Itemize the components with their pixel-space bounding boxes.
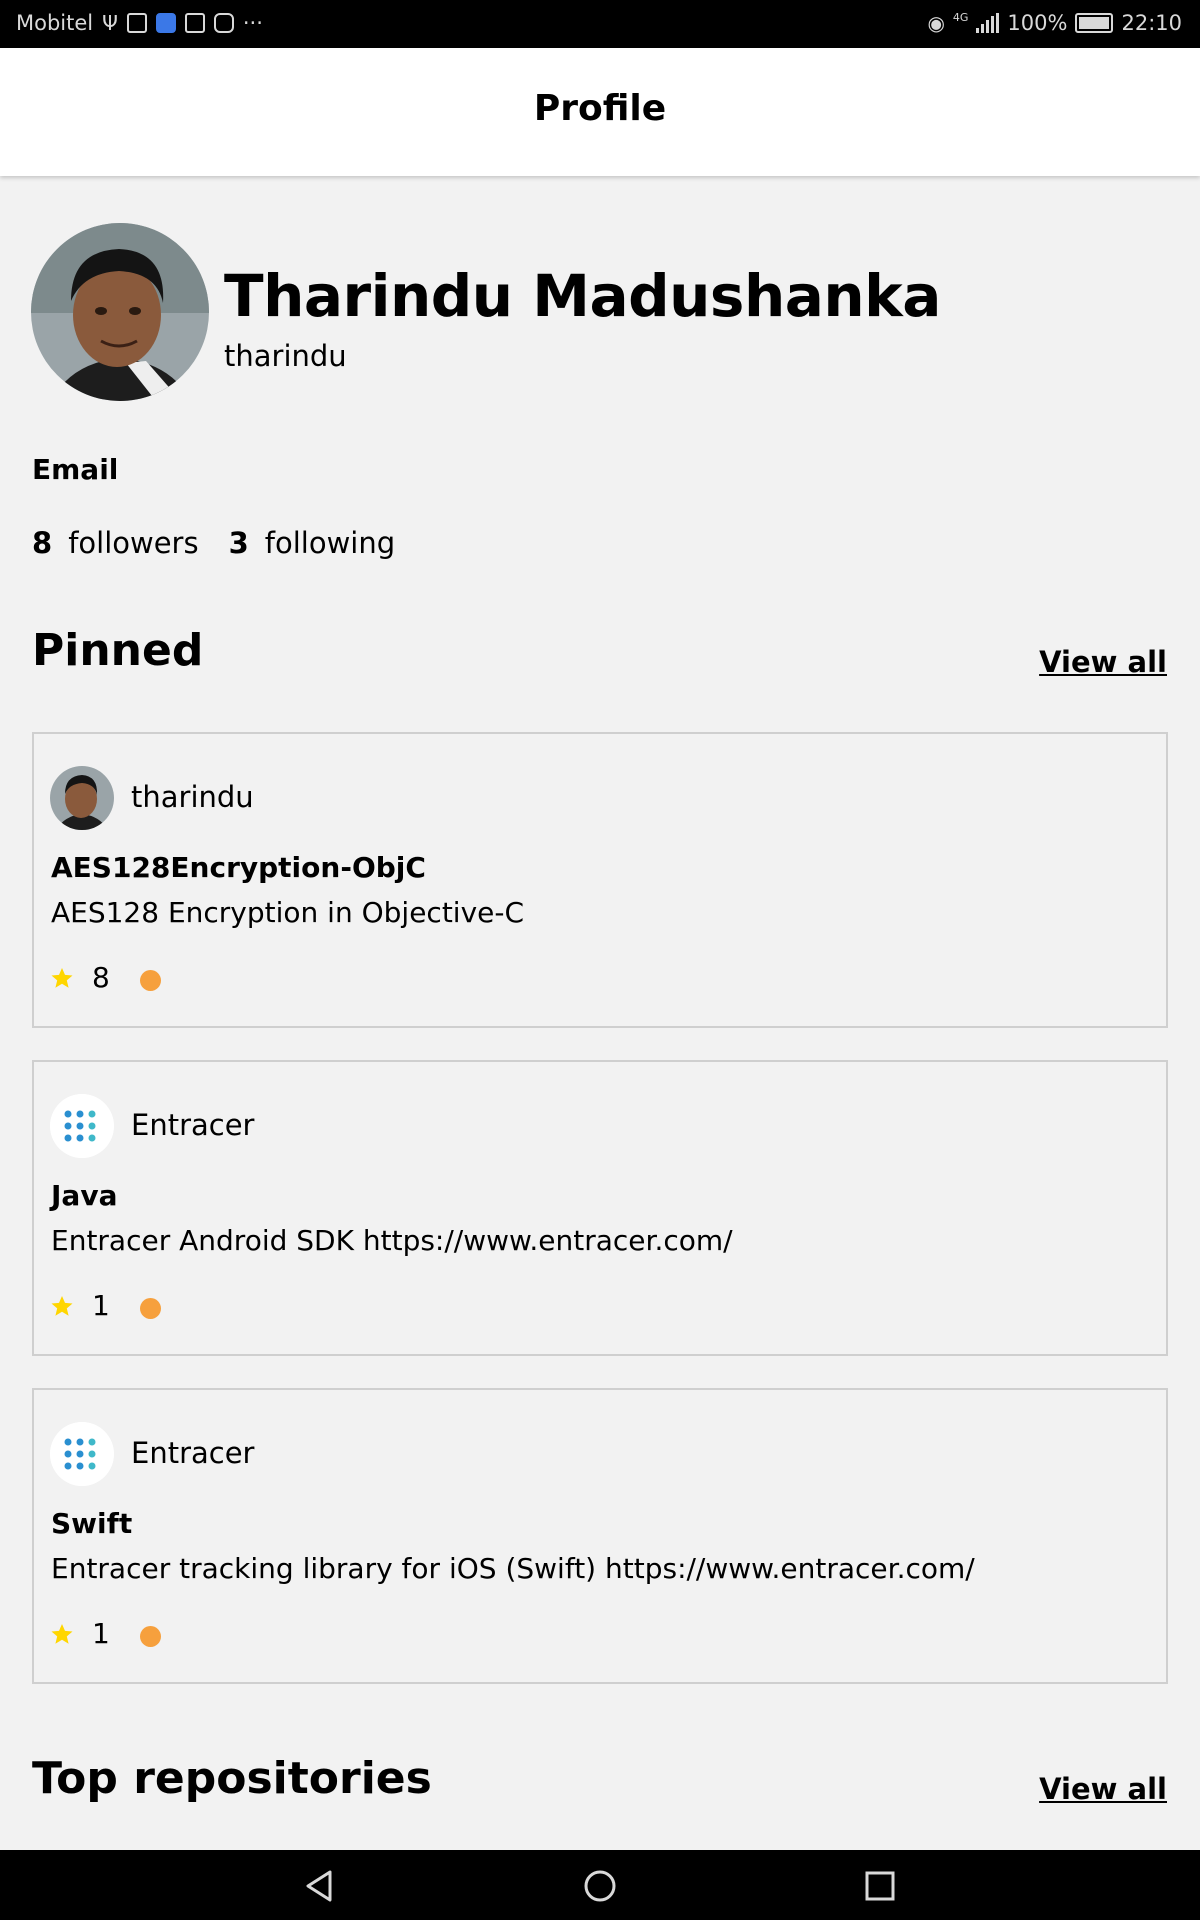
- followers-label[interactable]: followers: [68, 526, 198, 560]
- system-nav-bar: [0, 1850, 1200, 1920]
- usb-icon: Ψ: [102, 11, 118, 35]
- repo-description: AES128 Encryption in Objective-C: [51, 896, 525, 929]
- profile-name: Tharindu Madushanka: [224, 262, 941, 330]
- language-dot: [140, 1626, 161, 1647]
- instagram-icon: [213, 13, 234, 33]
- carrier-name: Mobitel: [16, 11, 94, 35]
- owner-name: Entracer: [131, 1436, 255, 1470]
- status-bar: Mobitel Ψ ··· ◉ 4G 100% 22:10: [0, 0, 1200, 48]
- pinned-view-all-link[interactable]: View all: [1039, 645, 1167, 679]
- battery-percent: 100%: [1007, 11, 1068, 35]
- owner-name: Entracer: [131, 1108, 255, 1142]
- profile-username: tharindu: [224, 339, 347, 373]
- repo-description: Entracer Android SDK https://www.entrace…: [51, 1224, 733, 1257]
- star-count: 1: [92, 1289, 110, 1322]
- recents-icon[interactable]: [862, 1868, 898, 1904]
- owner-avatar: [50, 1422, 114, 1486]
- top-repositories-title: Top repositories: [32, 1753, 432, 1804]
- eye-comfort-icon: ◉: [927, 11, 945, 35]
- pinned-repo-card[interactable]: tharindu AES128Encryption-ObjC AES128 En…: [32, 732, 1168, 1028]
- language-dot: [140, 970, 161, 991]
- owner-avatar: [50, 766, 114, 830]
- app-bar: Profile: [0, 48, 1200, 176]
- language-dot: [140, 1298, 161, 1319]
- calendar-icon: [184, 13, 205, 33]
- repo-name[interactable]: Swift: [51, 1507, 132, 1540]
- follow-stats: 8 followers 3 following: [32, 526, 425, 560]
- star-icon: [51, 1624, 73, 1644]
- repo-name[interactable]: AES128Encryption-ObjC: [51, 851, 426, 884]
- profile-avatar[interactable]: [31, 223, 209, 401]
- pinned-title: Pinned: [32, 625, 204, 676]
- more-notifications-icon: ···: [242, 11, 263, 35]
- pinned-repo-card[interactable]: Entracer Swift Entracer tracking library…: [32, 1388, 1168, 1684]
- email-label: Email: [32, 453, 119, 486]
- signal-icon: [976, 13, 1000, 33]
- owner-avatar: [50, 1094, 114, 1158]
- shield-icon: [155, 13, 176, 33]
- star-icon: [51, 1296, 73, 1316]
- following-label[interactable]: following: [265, 526, 395, 560]
- following-count[interactable]: 3: [229, 526, 249, 560]
- network-type: 4G: [952, 11, 969, 24]
- star-icon: [51, 968, 73, 988]
- star-count: 8: [92, 961, 110, 994]
- top-repositories-view-all-link[interactable]: View all: [1039, 1772, 1167, 1806]
- battery-icon: [1075, 13, 1114, 33]
- star-count: 1: [92, 1617, 110, 1650]
- back-icon[interactable]: [302, 1868, 338, 1904]
- gallery-icon: [126, 13, 147, 33]
- page-title: Profile: [533, 88, 667, 129]
- owner-name: tharindu: [131, 780, 254, 814]
- pinned-repo-card[interactable]: Entracer Java Entracer Android SDK https…: [32, 1060, 1168, 1356]
- followers-count[interactable]: 8: [32, 526, 52, 560]
- clock: 22:10: [1121, 11, 1182, 35]
- home-icon[interactable]: [582, 1868, 618, 1904]
- repo-name[interactable]: Java: [51, 1179, 117, 1212]
- repo-description: Entracer tracking library for iOS (Swift…: [51, 1552, 975, 1585]
